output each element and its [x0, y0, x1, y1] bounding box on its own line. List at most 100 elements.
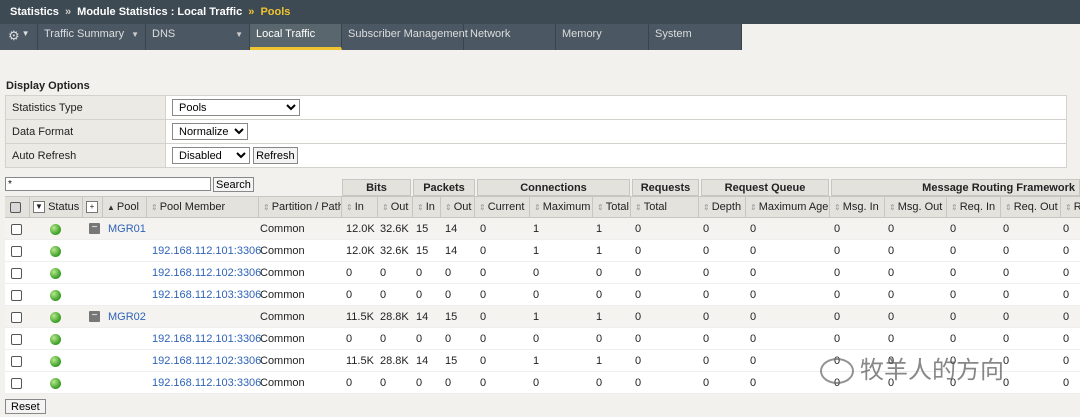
req-in-cell: 0: [950, 333, 957, 345]
pool-member-link[interactable]: 192.168.112.101:3306: [152, 333, 261, 345]
req-out-cell: 0: [1003, 223, 1010, 235]
partition-cell: Common: [260, 311, 305, 323]
col-connections-current[interactable]: ⇕ Current: [475, 197, 530, 218]
table-header: ▼ Status + ▲ Pool ⇕ Pool Member ⇕ Partition…: [5, 196, 1080, 218]
r-cell: 0: [1063, 377, 1070, 389]
row-checkbox[interactable]: [11, 333, 22, 345]
search-button[interactable]: Search: [213, 177, 254, 192]
collapse-icon[interactable]: −: [89, 223, 100, 234]
sort-icon: ⇕: [151, 203, 158, 212]
r-cell: 0: [1063, 245, 1070, 257]
tab-memory[interactable]: Memory: [556, 24, 649, 50]
req-in-cell: 0: [950, 311, 957, 323]
auto-refresh-select[interactable]: Disabled: [172, 147, 250, 164]
row-checkbox[interactable]: [11, 355, 22, 367]
row-checkbox[interactable]: [11, 289, 22, 301]
current-cell: 0: [480, 333, 487, 345]
sort-icon: ⇕: [635, 203, 642, 212]
chevron-down-icon: ▼: [21, 29, 30, 38]
col-req-out[interactable]: ⇕ Req. Out: [1001, 197, 1061, 218]
table-row: − MGR01 Common 12.0K 32.6K 15 14 0 1 1 0…: [5, 218, 1080, 240]
col-bits-in[interactable]: ⇕ In: [342, 197, 378, 218]
col-status[interactable]: ▼ Status: [30, 197, 83, 218]
col-connections-maximum[interactable]: ⇕ Maximum: [530, 197, 593, 218]
tab-subscriber-management[interactable]: Subscriber Management: [342, 24, 468, 50]
packets-out-cell: 15: [445, 311, 458, 323]
msg-in-cell: 0: [834, 333, 841, 345]
col-packets-out[interactable]: ⇕ Out: [441, 197, 475, 218]
col-connections-total[interactable]: ⇕ Total: [593, 197, 631, 218]
max-age-cell: 0: [750, 267, 757, 279]
pool-member-link[interactable]: 192.168.112.103:3306: [152, 377, 261, 389]
col-pool-member[interactable]: ⇕ Pool Member: [147, 197, 259, 218]
chevron-down-icon[interactable]: ▼: [33, 201, 45, 214]
chevron-down-icon: ▼: [131, 30, 139, 39]
packets-out-cell: 15: [445, 355, 458, 367]
col-request-queue-maximum-age[interactable]: ⇕ Maximum Age: [746, 197, 830, 218]
msg-out-cell: 0: [888, 267, 895, 279]
row-checkbox[interactable]: [11, 223, 22, 235]
requests-total-cell: 0: [635, 267, 642, 279]
row-checkbox[interactable]: [11, 377, 22, 389]
breadcrumb-separator: »: [248, 6, 255, 18]
breadcrumb-statistics[interactable]: Statistics: [10, 6, 59, 18]
auto-refresh-label: Auto Refresh: [5, 143, 166, 168]
pool-link[interactable]: MGR02: [108, 311, 146, 323]
sort-icon: ⇕: [750, 203, 757, 212]
tab-network[interactable]: Network: [464, 24, 556, 50]
packets-in-cell: 0: [416, 267, 423, 279]
group-message-routing-framework: Message Routing Framework: [831, 179, 1080, 196]
maximum-cell: 1: [533, 311, 540, 323]
r-cell: 0: [1063, 223, 1070, 235]
bits-in-cell: 0: [346, 267, 353, 279]
pool-member-link[interactable]: 192.168.112.102:3306: [152, 267, 261, 279]
tab-system[interactable]: System: [649, 24, 742, 50]
col-request-queue-depth[interactable]: ⇕ Depth: [699, 197, 746, 218]
select-all-checkbox[interactable]: [5, 197, 30, 218]
tab-local-traffic[interactable]: Local Traffic: [250, 24, 342, 50]
nav-tabs: ⚙ ▼ Traffic Summary ▼ DNS ▼ Local Traffic S…: [0, 24, 1080, 50]
depth-cell: 0: [703, 377, 710, 389]
col-pool[interactable]: ▲ Pool: [103, 197, 147, 218]
depth-cell: 0: [703, 289, 710, 301]
row-checkbox[interactable]: [11, 267, 22, 279]
packets-out-cell: 14: [445, 223, 458, 235]
col-r[interactable]: ⇕ R: [1061, 197, 1080, 218]
pool-member-link[interactable]: 192.168.112.103:3306: [152, 289, 261, 301]
collapse-icon[interactable]: −: [89, 311, 100, 322]
search-input[interactable]: [5, 177, 211, 191]
col-msg-in[interactable]: ⇕ Msg. In: [830, 197, 885, 218]
group-requests: Requests: [632, 179, 699, 196]
row-checkbox[interactable]: [11, 311, 22, 323]
col-req-in[interactable]: ⇕ Req. In: [947, 197, 1001, 218]
gear-icon[interactable]: ⚙ ▼: [0, 24, 38, 50]
col-requests-total[interactable]: ⇕ Total: [631, 197, 699, 218]
refresh-button[interactable]: Refresh: [253, 147, 298, 164]
row-checkbox[interactable]: [11, 245, 22, 257]
bits-out-cell: 0: [380, 333, 387, 345]
status-available-icon: [50, 290, 61, 301]
tab-traffic-summary[interactable]: Traffic Summary ▼: [38, 24, 146, 50]
plus-icon: +: [86, 201, 98, 214]
req-out-cell: 0: [1003, 289, 1010, 301]
reset-button[interactable]: Reset: [5, 399, 46, 414]
col-packets-in[interactable]: ⇕ In: [413, 197, 441, 218]
col-partition-path[interactable]: ⇕ Partition / Path: [259, 197, 342, 218]
sort-icon: ⇕: [1005, 203, 1012, 212]
sort-icon: ⇕: [445, 203, 452, 212]
pool-member-link[interactable]: 192.168.112.101:3306: [152, 245, 261, 257]
status-available-icon: [50, 356, 61, 367]
packets-out-cell: 14: [445, 245, 458, 257]
pool-member-link[interactable]: 192.168.112.102:3306: [152, 355, 261, 367]
statistics-type-select[interactable]: Pools: [172, 99, 300, 116]
pool-link[interactable]: MGR01: [108, 223, 146, 235]
col-bits-out[interactable]: ⇕ Out: [378, 197, 413, 218]
col-msg-out[interactable]: ⇕ Msg. Out: [885, 197, 947, 218]
depth-cell: 0: [703, 245, 710, 257]
data-format-select[interactable]: Normalized: [172, 123, 248, 140]
requests-total-cell: 0: [635, 223, 642, 235]
tab-dns[interactable]: DNS ▼: [146, 24, 250, 50]
expand-all-button[interactable]: +: [83, 197, 103, 218]
partition-cell: Common: [260, 245, 305, 257]
breadcrumb-module-statistics[interactable]: Module Statistics : Local Traffic: [77, 6, 242, 18]
